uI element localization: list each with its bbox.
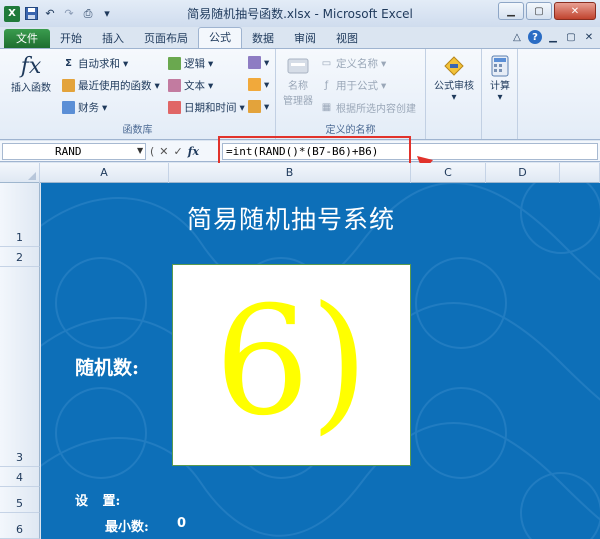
quick-access-toolbar: X ↶ ↷ ⎙ ▾ — [0, 5, 115, 22]
logical-book-icon — [168, 57, 181, 70]
cancel-entry-icon[interactable]: ✕ — [159, 145, 168, 158]
fx-icon: fx — [20, 54, 42, 79]
column-header-a[interactable]: A — [40, 163, 169, 183]
result-value: 6) — [214, 275, 369, 449]
doc-minimize-icon[interactable]: ▁ — [546, 30, 560, 44]
define-name-button[interactable]: ▭ 定义名称 ▾ — [320, 56, 387, 71]
lookup-book-icon — [248, 56, 261, 69]
ribbon-collapse-icon[interactable]: △ — [510, 30, 524, 44]
result-cell[interactable]: 6) — [172, 264, 411, 466]
logical-button[interactable]: 逻辑 ▾ — [168, 56, 213, 71]
settings-label: 设 置: — [75, 494, 121, 509]
tab-data[interactable]: 数据 — [242, 29, 284, 48]
math-button[interactable]: ▾ — [248, 78, 269, 91]
star-book-icon — [62, 79, 75, 92]
name-manager-icon — [287, 58, 309, 74]
column-header-e[interactable] — [560, 163, 600, 183]
sheet-title: 简易随机抽号系统 — [186, 205, 395, 234]
min-number-value[interactable]: 0 — [177, 516, 186, 531]
print-preview-icon[interactable]: ⎙ — [80, 6, 96, 22]
tag-icon: ▭ — [321, 58, 332, 69]
financial-book-icon — [62, 101, 75, 114]
function-library-group: fx 插入函数 Σ 自动求和 ▾ 最近使用的函数 ▾ 财务 ▾ 逻辑 ▾ 文本 ▾ 日期和… — [0, 49, 276, 139]
datetime-book-icon — [168, 101, 181, 114]
tab-home[interactable]: 开始 — [50, 29, 92, 48]
tab-formulas[interactable]: 公式 — [198, 27, 242, 48]
sheet-area[interactable]: 简易随机抽号系统 随机数: 6) 设 置: 最小数: 0 — [41, 183, 600, 539]
help-icon[interactable]: ? — [528, 30, 542, 44]
expand-icon[interactable]: ( — [150, 145, 154, 158]
column-header-b[interactable]: B — [169, 163, 411, 183]
sigma-icon: Σ — [65, 58, 72, 69]
tab-file[interactable]: 文件 — [4, 29, 50, 48]
autosum-button[interactable]: Σ 自动求和 ▾ — [62, 56, 128, 71]
row-header-6[interactable]: 6 — [0, 513, 40, 539]
more-functions-button[interactable]: ▾ — [248, 100, 269, 113]
calculation-group: 计算 ▾ — [482, 49, 518, 139]
more-book-icon — [248, 100, 261, 113]
column-headers: A B C D — [0, 163, 600, 183]
minimize-button[interactable]: ▁ — [498, 2, 524, 20]
name-box[interactable]: RAND — [2, 143, 146, 160]
use-in-formula-button[interactable]: ƒ 用于公式 ▾ — [320, 78, 387, 93]
financial-button[interactable]: 财务 ▾ — [62, 100, 107, 115]
grid-icon: ▦ — [321, 102, 332, 113]
close-button[interactable]: ✕ — [554, 2, 596, 20]
maximize-button[interactable]: ▢ — [526, 2, 552, 20]
auditing-icon — [444, 56, 464, 76]
row-header-1[interactable]: 1 — [0, 183, 40, 247]
doc-close-icon[interactable]: ✕ — [582, 30, 596, 44]
insert-function-icon[interactable]: fx — [188, 145, 199, 158]
recent-functions-button[interactable]: 最近使用的函数 ▾ — [62, 78, 160, 93]
excel-logo-icon: X — [4, 5, 20, 22]
formula-auditing-group: 公式审核 ▾ — [426, 49, 482, 139]
formula-tag-icon: ƒ — [324, 80, 329, 91]
formula-auditing-button[interactable]: 公式审核 ▾ — [430, 55, 478, 103]
calculator-icon — [491, 55, 509, 77]
customize-toolbar-icon[interactable]: ▾ — [99, 6, 115, 22]
title-bar: X ↶ ↷ ⎙ ▾ 简易随机抽号函数.xlsx - Microsoft Exce… — [0, 0, 600, 27]
save-icon[interactable] — [23, 6, 39, 22]
text-button[interactable]: 文本 ▾ — [168, 78, 213, 93]
ribbon: fx 插入函数 Σ 自动求和 ▾ 最近使用的函数 ▾ 财务 ▾ 逻辑 ▾ 文本 ▾ 日期和… — [0, 48, 600, 140]
lookup-button[interactable]: ▾ — [248, 56, 269, 69]
column-header-c[interactable]: C — [411, 163, 486, 183]
row-header-5[interactable]: 5 — [0, 487, 40, 513]
row-header-2[interactable]: 2 — [0, 247, 40, 267]
undo-icon[interactable]: ↶ — [42, 6, 58, 22]
insert-function-button[interactable]: fx 插入函数 — [4, 54, 58, 95]
datetime-button[interactable]: 日期和时间 ▾ — [168, 100, 245, 115]
select-all-corner[interactable] — [0, 163, 40, 183]
tab-view[interactable]: 视图 — [326, 29, 368, 48]
create-from-selection-button[interactable]: ▦ 根据所选内容创建 — [320, 100, 416, 115]
name-box-dropdown-icon[interactable]: ▼ — [137, 146, 143, 155]
function-library-label: 函数库 — [122, 125, 153, 136]
row-header-3[interactable]: 3 — [0, 267, 40, 467]
redo-icon[interactable]: ↷ — [61, 6, 77, 22]
tab-review[interactable]: 审阅 — [284, 29, 326, 48]
text-book-icon — [168, 79, 181, 92]
confirm-entry-icon[interactable]: ✓ — [174, 145, 183, 158]
random-number-label: 随机数: — [75, 357, 140, 379]
column-header-d[interactable]: D — [486, 163, 560, 183]
doc-restore-icon[interactable]: ▢ — [564, 30, 578, 44]
name-manager-button[interactable]: 名称 管理器 — [280, 55, 316, 107]
defined-names-group: 名称 管理器 ▭ 定义名称 ▾ ƒ 用于公式 ▾ ▦ 根据所选内容创建 定义的名称 — [276, 49, 426, 139]
min-number-label: 最小数: — [105, 520, 149, 535]
defined-names-label: 定义的名称 — [325, 125, 376, 136]
math-book-icon — [248, 78, 261, 91]
calculation-button[interactable]: 计算 ▾ — [484, 55, 516, 103]
ribbon-tabs: 文件 开始 插入 页面布局 公式 数据 审阅 视图 △ ? ▁ ▢ ✕ — [0, 27, 600, 48]
tab-insert[interactable]: 插入 — [92, 29, 134, 48]
row-header-4[interactable]: 4 — [0, 467, 40, 487]
tab-page-layout[interactable]: 页面布局 — [134, 29, 198, 48]
